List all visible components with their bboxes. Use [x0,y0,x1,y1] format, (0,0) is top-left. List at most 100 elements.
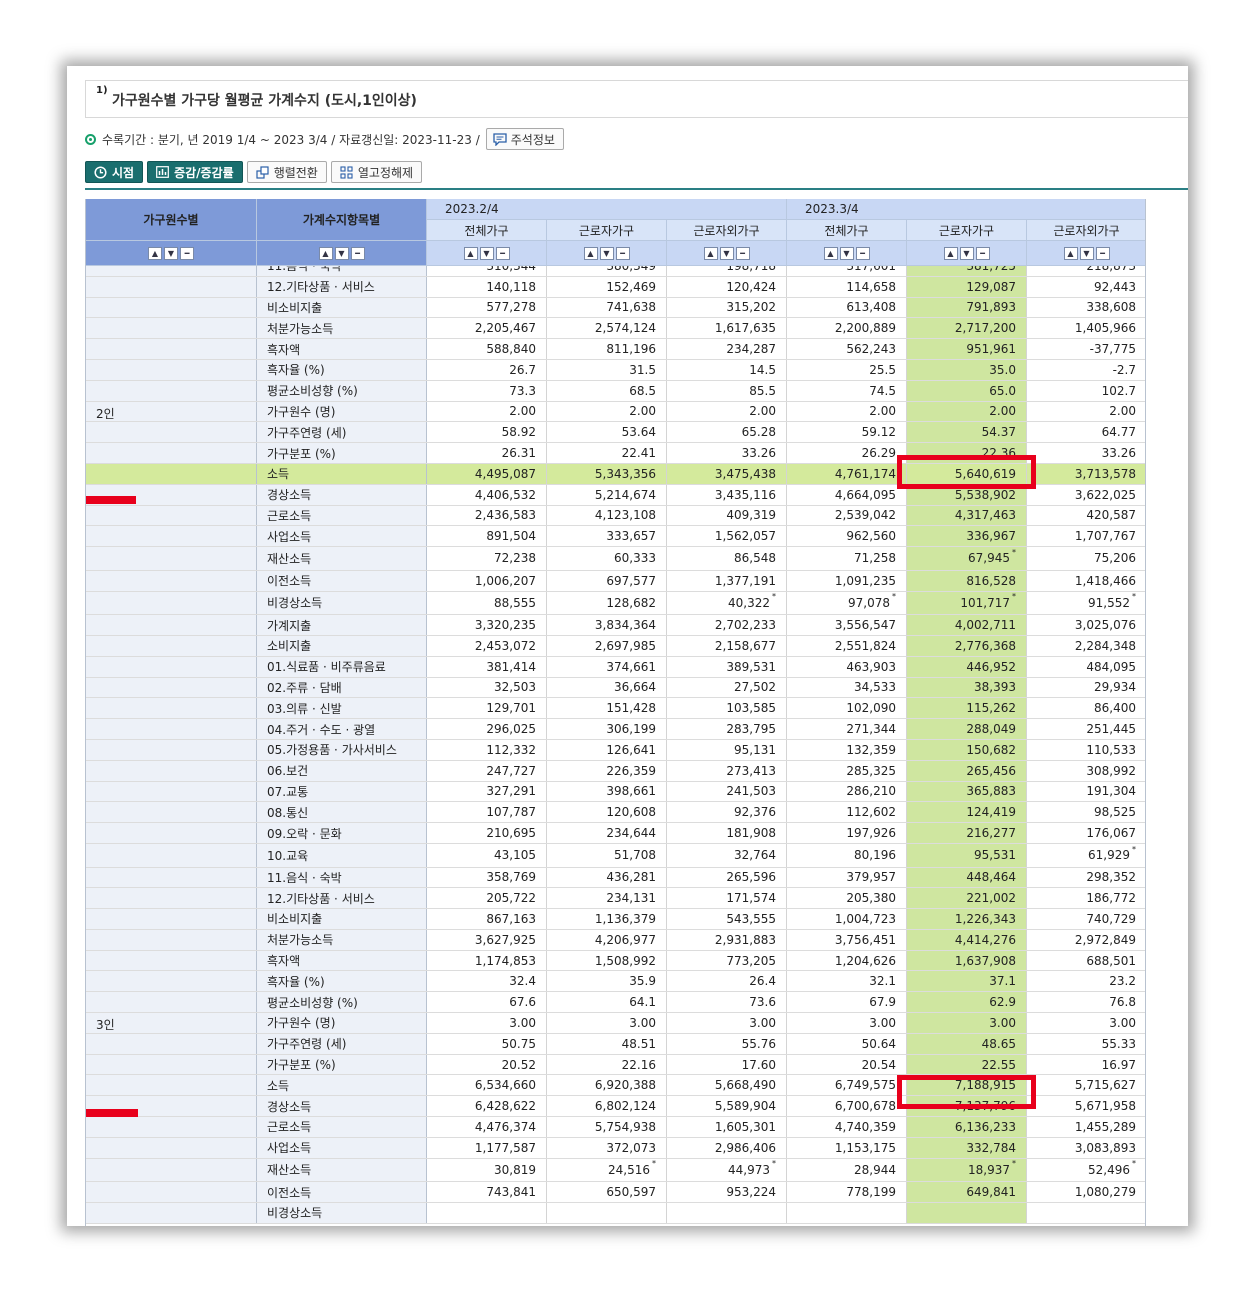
value-cell: 26.29 [787,443,907,463]
value-text: 4,664,095 [834,487,896,502]
value-cell: 221,002 [907,888,1027,909]
header-sub-3[interactable]: 근로자외가구 [667,220,787,241]
value-cell: 17.60 [667,1054,787,1075]
sort-up-icon[interactable]: ▲ [823,246,838,260]
value-cell: 67.6 [427,992,547,1013]
annotation-underline-3 [86,1109,138,1117]
value-text: 27,502 [734,680,776,695]
sort-up-icon[interactable]: ▲ [583,246,598,260]
value-text: 1,153,175 [834,1140,896,1155]
value-text: 55.33 [1101,1036,1136,1051]
value-text: 36,664 [614,680,656,695]
header-period-1[interactable]: 2023.2/4 [427,199,787,220]
sort-up-icon[interactable]: ▲ [463,246,478,260]
value-cell: 22.41 [547,443,667,463]
collapse-icon[interactable]: ━ [735,246,750,260]
value-text: 2,776,368 [954,638,1016,653]
collapse-icon[interactable]: ━ [975,246,990,260]
sort-up-icon[interactable]: ▲ [318,246,333,260]
value-cell: 64.1 [547,992,667,1013]
value-text: 197,926 [846,826,896,840]
value-text: 649,841 [966,1185,1016,1200]
value-cell: -2.7 [1027,359,1145,380]
transpose-button[interactable]: 행렬전환 [246,161,327,183]
table-row: 비소비지출 577,278 741,638 315,202 613,408 791,893… [86,297,1145,319]
change-rate-button[interactable]: 증감/증감률 [147,161,243,183]
value-text: 1,605,301 [714,1119,776,1134]
sort-up-icon[interactable]: ▲ [943,246,958,260]
value-cell: 332,784 [907,1137,1027,1158]
sort-up-icon[interactable]: ▲ [703,246,718,260]
value-text: 4,317,463 [954,508,1016,523]
value-cell: 60,333 [547,547,667,570]
value-cell: 358,769 [427,867,547,888]
collapse-icon[interactable]: ━ [855,246,870,260]
quality-marker: * [1132,844,1136,854]
sort-down-icon[interactable]: ▼ [479,246,494,260]
value-text: 6,428,622 [474,1099,536,1114]
value-cell: 1,707,767 [1027,526,1145,547]
sort-down-icon[interactable]: ▼ [959,246,974,260]
header-sub-2[interactable]: 근로자가구 [547,220,667,241]
table-row: 흑자액 588,840 811,196 234,287 562,243 951,961 -3… [86,339,1145,360]
note-info-button[interactable]: 주석정보 [485,128,564,150]
value-text: 22.16 [621,1057,656,1072]
value-text: 22.55 [981,1057,1016,1072]
header-sub-6[interactable]: 근로자외가구 [1027,220,1145,241]
sort-down-icon[interactable]: ▼ [334,246,349,260]
value-cell: 2,776,368 [907,635,1027,656]
header-group-column[interactable]: 가구원수별 [86,199,257,241]
header-sub-1[interactable]: 전체가구 [427,220,547,241]
row-group-cell [86,971,257,992]
value-cell: 5,754,938 [547,1117,667,1137]
value-cell: 97,078 * [787,591,907,615]
sort-up-icon[interactable]: ▲ [148,246,162,260]
header-sub-4[interactable]: 전체가구 [787,220,907,241]
sort-down-icon[interactable]: ▼ [1079,246,1094,260]
collapse-icon[interactable]: ━ [615,246,630,260]
value-text: 3.00 [989,1015,1016,1030]
header-period-2[interactable]: 2023.3/4 [787,199,1145,220]
value-text: 3,627,925 [474,932,536,947]
value-text: 32,764 [734,848,776,863]
value-cell: 6,749,575 [787,1075,907,1096]
sort-down-icon[interactable]: ▼ [599,246,614,260]
sort-down-icon[interactable]: ▼ [719,246,734,260]
header-sub-5[interactable]: 근로자가구 [907,220,1027,241]
row-item-cell: 흑자액 [257,950,427,971]
table-row: 처분가능소득 3,627,925 4,206,977 2,931,883 3,756,4… [86,929,1145,951]
timepoint-button[interactable]: 시점 [85,161,144,183]
sort-down-icon[interactable]: ▼ [839,246,854,260]
value-text: 241,503 [726,784,776,799]
header-item-column[interactable]: 가계수지항목별 [257,199,427,241]
value-text: 129,087 [966,279,1016,294]
value-cell: 2,205,467 [427,318,547,339]
value-text: 327,291 [486,784,536,799]
sort-up-icon[interactable]: ▲ [1063,246,1078,260]
value-cell: 3.00 [667,1013,787,1033]
value-text: 6,920,388 [594,1078,656,1093]
value-text: 48.51 [621,1036,656,1051]
unfix-columns-button[interactable]: 열고정해제 [330,161,423,183]
collapse-icon[interactable]: ━ [350,246,365,260]
value-cell: 34,533 [787,677,907,698]
value-text: 128,682 [606,595,656,610]
value-cell: 76.8 [1027,992,1145,1013]
period-info: 수록기간 : 분기, 년 2019 1/4 ~ 2023 3/4 / 자료갱신일… [85,128,564,150]
sort-down-icon[interactable]: ▼ [164,246,178,260]
value-cell: 285,325 [787,760,907,781]
value-cell: 26.7 [427,359,547,380]
value-text: 97,078 [848,595,890,610]
collapse-icon[interactable]: ━ [1095,246,1110,260]
value-text: 2,697,985 [594,638,656,653]
table-row: 사업소득 1,177,587 372,073 2,986,406 1,153,175 33… [86,1137,1145,1159]
value-cell: 381,414 [427,656,547,677]
value-text: 3,756,451 [834,932,896,947]
table-row: 03.의류 · 신발 129,701 151,428 103,585 102,090 11… [86,698,1145,720]
row-group-cell [86,1137,257,1158]
value-cell: 95,131 [667,739,787,760]
collapse-icon[interactable]: ━ [180,246,194,260]
value-cell: 4,206,977 [547,929,667,950]
value-cell: 1,004,723 [787,909,907,929]
collapse-icon[interactable]: ━ [495,246,510,260]
